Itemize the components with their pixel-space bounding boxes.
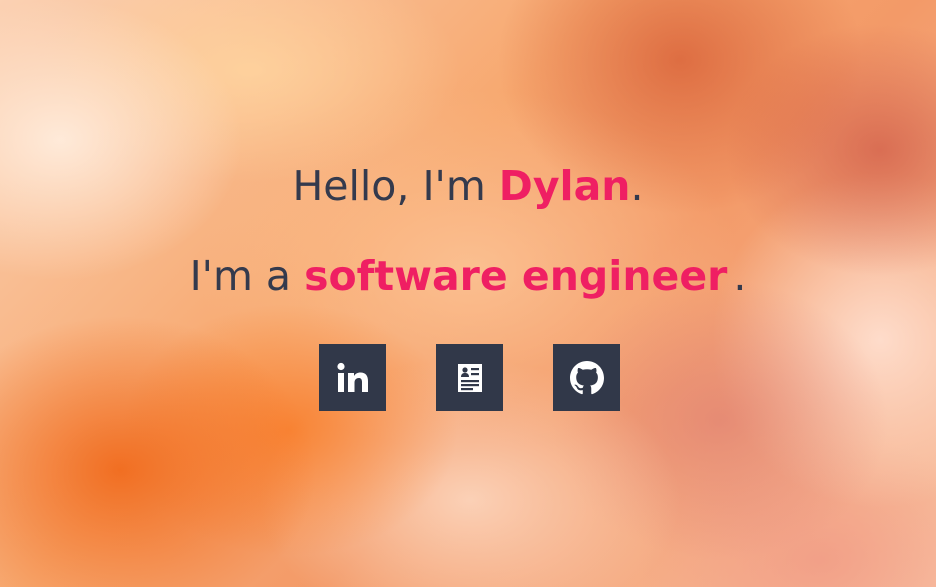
resume-icon (457, 363, 483, 393)
name-text: Dylan (498, 162, 631, 210)
role-line: I'm a software engineer. (0, 252, 936, 300)
linkedin-icon (336, 361, 370, 395)
role-cursor: . (733, 252, 747, 300)
social-links (0, 344, 936, 411)
role-prefix: I'm a (189, 252, 305, 300)
role-text: software engineer (304, 252, 728, 300)
linkedin-button[interactable] (319, 344, 386, 411)
greeting-text: Hello, I'm (292, 162, 499, 210)
resume-button[interactable] (436, 344, 503, 411)
github-icon (569, 360, 604, 395)
greeting-line: Hello, I'm Dylan. (0, 162, 936, 210)
github-button[interactable] (553, 344, 620, 411)
greeting-period: . (630, 162, 644, 210)
hero: Hello, I'm Dylan. I'm a software enginee… (0, 0, 936, 587)
